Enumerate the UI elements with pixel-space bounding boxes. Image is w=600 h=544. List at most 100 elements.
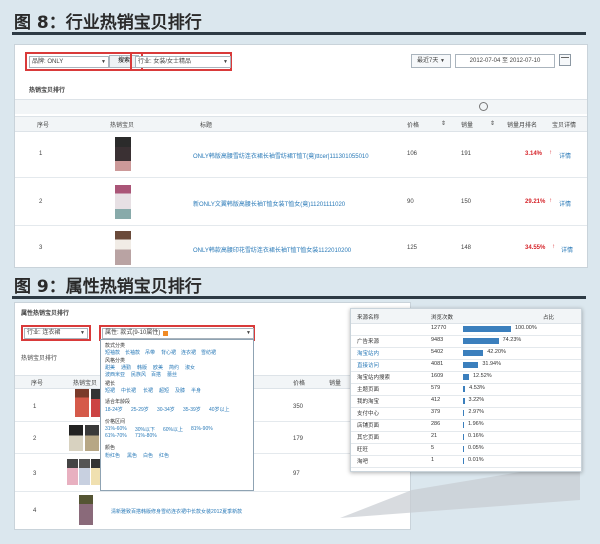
row-title-link[interactable]: 清新雅致百搭韩版修身雪纺连衣裙中长款女装2012夏季新款 (111, 508, 242, 515)
menu-tag[interactable]: 30%以下 (135, 426, 155, 433)
menu-tag[interactable]: 超短 (159, 387, 169, 394)
menu-tag[interactable]: 81%-90% (191, 426, 213, 432)
menu-tag[interactable]: 背心裙 (161, 349, 176, 356)
col-price: 价格 (293, 381, 306, 387)
menu-tag[interactable]: 淑女 (185, 364, 195, 371)
brand-select-label: 品牌: ONLY (32, 59, 64, 65)
figure-8-divider (12, 32, 586, 35)
menu-tag[interactable]: 百搭 (151, 371, 161, 378)
row-title-link[interactable]: 新ONLY文翼韩版高腰长袖T恤女装T恤女(竟)11201111020 (193, 199, 345, 208)
product-thumbnail[interactable] (115, 231, 131, 265)
product-thumbnail[interactable] (79, 495, 93, 525)
section-title: 热销宝贝排行 (29, 88, 66, 94)
chevron-down-icon: ▼ (80, 330, 85, 336)
menu-tag[interactable]: 韩版 (137, 364, 147, 371)
brand-select[interactable]: 品牌: ONLY ▼ (29, 56, 109, 68)
product-thumbnail[interactable] (85, 425, 99, 451)
menu-tag[interactable]: 欧美 (153, 364, 163, 371)
menu-tag[interactable]: 61%-70% (105, 433, 127, 439)
source-views: 5 (431, 445, 435, 451)
product-thumbnail[interactable] (69, 425, 83, 451)
menu-tag[interactable]: 25-29岁 (131, 406, 149, 413)
source-name[interactable]: 直接访问 (357, 361, 379, 369)
row-title-link[interactable]: ONLY韩版高腰雪纺连衣裙长袖雪纺裙T恤T(竟)ttcer|1113010550… (193, 151, 369, 160)
menu-tag[interactable]: 短裙 (105, 387, 115, 394)
share-bar (463, 458, 464, 464)
product-thumbnail[interactable] (67, 459, 78, 485)
attribute-dropdown-menu[interactable]: 款式分类 短袖款 长袖款 吊带 背心裙 连衣裙 雪纺裙 风格分类 甜美 通勤 韩… (100, 339, 254, 491)
menu-tag[interactable]: 18-24岁 (105, 406, 123, 413)
row-detail-link[interactable]: 详情 (561, 245, 573, 254)
menu-group-label: 适合年龄段 (105, 399, 131, 405)
share-pct: 42.20% (487, 349, 506, 355)
menu-tag[interactable]: 红色 (159, 452, 169, 459)
table-search-bar (15, 99, 587, 114)
menu-tag[interactable]: 雪纺裙 (201, 349, 216, 356)
source-name: 主题页面 (357, 387, 380, 393)
menu-tag[interactable]: 及膝 (175, 387, 185, 394)
menu-tag[interactable]: 波西米亚 (105, 371, 125, 378)
col-sales[interactable]: 销量 (461, 120, 473, 129)
menu-tag[interactable]: 民族风 (131, 371, 146, 378)
menu-tag[interactable]: 白色 (143, 452, 153, 459)
menu-group-label: 风格分类 (105, 358, 126, 364)
menu-tag[interactable]: 连衣裙 (181, 349, 196, 356)
menu-tag[interactable]: 吊带 (145, 349, 155, 356)
menu-tag[interactable]: 粉红色 (105, 452, 120, 459)
col-price[interactable]: 价格 (407, 120, 419, 129)
row-rank: 4 (33, 508, 37, 514)
row-rank: 1 (39, 151, 43, 157)
menu-tag[interactable]: 30-34岁 (157, 406, 175, 413)
menu-tag[interactable]: 蕾丝 (167, 371, 177, 378)
col-pct[interactable]: 销量月排名 (507, 120, 537, 129)
row-divider (351, 383, 581, 384)
product-thumbnail[interactable] (75, 389, 89, 417)
source-name: 其它页面 (357, 435, 380, 441)
menu-group-label: 价格区间 (105, 419, 126, 425)
sort-icon[interactable]: ⇕ (441, 120, 446, 127)
menu-tag[interactable]: 简约 (169, 364, 179, 371)
chevron-down-icon: ▼ (101, 59, 106, 65)
calendar-icon[interactable] (559, 54, 571, 66)
chevron-down-icon: ▼ (440, 58, 445, 64)
menu-group-label: 款式分类 (105, 343, 126, 349)
menu-tag[interactable]: 31%-60% (105, 426, 127, 432)
chevron-down-icon: ▼ (223, 59, 228, 65)
row-detail-link[interactable]: 详情 (559, 151, 571, 160)
up-arrow-icon: ↑ (549, 150, 552, 156)
row-divider (351, 359, 581, 360)
product-thumbnail[interactable] (115, 137, 131, 171)
sort-icon[interactable]: ⇕ (490, 120, 495, 127)
col-source-name: 来源名称 (357, 315, 380, 321)
menu-tag[interactable]: 35-39岁 (183, 406, 201, 413)
row-title-link[interactable]: ONLY韩款高腰印花雪纺连衣裙长袖T恤T恤女装1122010200 (193, 245, 351, 254)
industry-select[interactable]: 行业: 女装/女士精品 ▼ (135, 56, 231, 68)
share-bar (463, 422, 464, 428)
row-divider (351, 443, 581, 444)
menu-tag[interactable]: 半身 (191, 387, 201, 394)
source-name[interactable]: 淘宝站内 (357, 349, 379, 357)
menu-tag[interactable]: 60%以上 (163, 426, 183, 433)
col-item: 热销宝贝 (73, 381, 98, 387)
row-price: 90 (407, 199, 414, 205)
menu-tag[interactable]: 通勤 (121, 364, 131, 371)
share-bar (463, 410, 465, 416)
menu-tag[interactable]: 40岁以上 (209, 406, 230, 413)
product-thumbnail[interactable] (115, 185, 131, 219)
menu-tag[interactable]: 中长裙 (121, 387, 136, 394)
menu-tag[interactable]: 长裙 (143, 387, 153, 394)
menu-tag[interactable]: 黑色 (127, 452, 137, 459)
row-sales: 350 (293, 404, 304, 410)
period-select[interactable]: 最近7天 ▼ (411, 54, 451, 68)
industry-select[interactable]: 行业: 连衣裙 ▼ (24, 328, 88, 339)
menu-tag[interactable]: 甜美 (105, 364, 115, 371)
date-range-field[interactable]: 2012-07-04 至 2012-07-10 (455, 54, 555, 68)
search-icon[interactable] (479, 102, 488, 111)
row-detail-link[interactable]: 详情 (559, 199, 571, 208)
product-thumbnail[interactable] (79, 459, 90, 485)
menu-tag[interactable]: 长袖款 (125, 349, 140, 356)
menu-tag[interactable]: 71%-80% (135, 433, 157, 439)
row-divider (15, 177, 587, 178)
attribute-select[interactable]: 属性: 款式(9-10属性) ▼ (102, 328, 254, 339)
menu-tag[interactable]: 短袖款 (105, 349, 120, 356)
